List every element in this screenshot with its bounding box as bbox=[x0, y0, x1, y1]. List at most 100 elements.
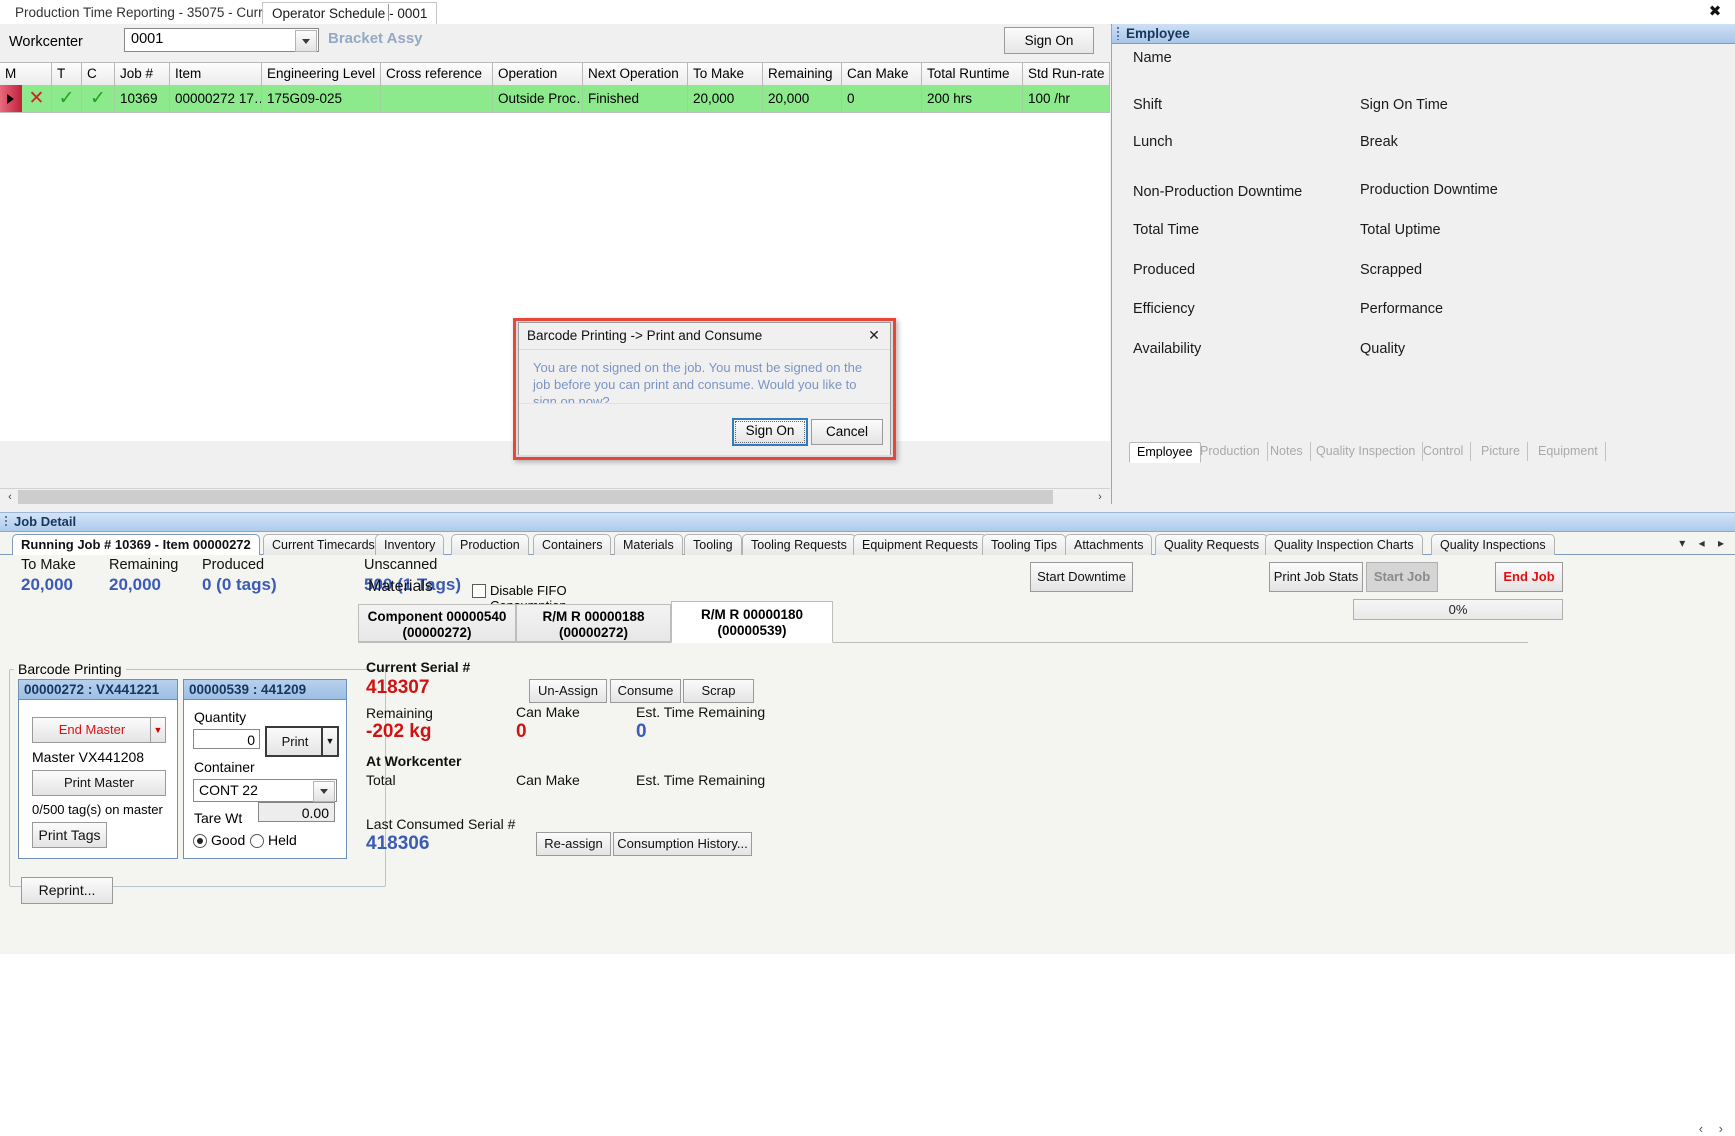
cell-next-operation: Finished bbox=[583, 85, 688, 112]
column-header-job[interactable]: Job # bbox=[115, 63, 170, 85]
tab-production[interactable]: Production bbox=[451, 534, 529, 555]
materials-scroll-icons[interactable]: ‹ › bbox=[1699, 1121, 1729, 1136]
tab-notes[interactable]: Notes bbox=[1263, 442, 1311, 461]
material-tab-rm-00000188[interactable]: R/M R 00000188 (00000272) bbox=[516, 604, 671, 642]
tab-inventory[interactable]: Inventory bbox=[375, 534, 445, 555]
column-header-operation[interactable]: Operation bbox=[493, 63, 583, 85]
tab-nav-icons[interactable]: ▾ ◂ ▸ bbox=[1679, 536, 1729, 550]
employee-field-name: Name bbox=[1133, 50, 1172, 66]
print-master-button[interactable]: Print Master bbox=[32, 770, 166, 796]
column-header-item[interactable]: Item bbox=[170, 63, 262, 85]
workcenter-name: Bracket Assy bbox=[328, 30, 423, 47]
tab-attachments[interactable]: Attachments bbox=[1065, 534, 1153, 555]
tab-tooling[interactable]: Tooling bbox=[684, 534, 742, 555]
end-job-button[interactable]: End Job bbox=[1495, 562, 1563, 592]
cell-can-make: 0 bbox=[842, 85, 922, 112]
grid-horizontal-scrollbar[interactable]: ‹ › bbox=[0, 488, 1110, 505]
tab-equipment[interactable]: Equipment bbox=[1531, 442, 1606, 461]
cell-total-runtime: 200 hrs bbox=[922, 85, 1023, 112]
print-job-stats-button[interactable]: Print Job Stats bbox=[1269, 562, 1363, 592]
un-assign-button[interactable]: Un-Assign bbox=[529, 679, 607, 703]
cell-to-make: 20,000 bbox=[688, 85, 763, 112]
column-header-m[interactable]: M bbox=[0, 63, 52, 85]
current-serial-value: 418307 bbox=[366, 677, 430, 698]
cell-cross-reference bbox=[381, 85, 493, 112]
tab-quality-inspections[interactable]: Quality Inspections bbox=[1431, 534, 1555, 555]
start-job-button[interactable]: Start Job bbox=[1366, 562, 1438, 592]
cell-job: 10369 bbox=[115, 85, 170, 112]
column-header-c[interactable]: C bbox=[82, 63, 115, 85]
drag-handle-icon[interactable] bbox=[5, 516, 7, 528]
employee-field-produced: Produced bbox=[1133, 262, 1196, 278]
workcenter-select[interactable]: 0001 bbox=[124, 28, 319, 52]
column-header-remaining[interactable]: Remaining bbox=[763, 63, 842, 85]
quantity-input[interactable]: 0 bbox=[193, 729, 260, 749]
stat-to-make: To Make 20,000 bbox=[21, 557, 76, 595]
print-tags-button[interactable]: Print Tags bbox=[32, 822, 107, 848]
tab-operator-schedule[interactable]: Operator Schedule - 0001 bbox=[262, 2, 438, 25]
tab-employee[interactable]: Employee bbox=[1129, 442, 1201, 463]
material-tab-component-00000540[interactable]: Component 00000540 (00000272) bbox=[358, 604, 516, 642]
consume-button[interactable]: Consume bbox=[610, 679, 681, 703]
tare-wt-input[interactable]: 0.00 bbox=[258, 802, 335, 822]
chevron-down-icon[interactable] bbox=[295, 30, 317, 52]
master-text: Master VX441208 bbox=[32, 749, 145, 765]
column-header-cross-reference[interactable]: Cross reference bbox=[381, 63, 493, 85]
re-assign-button[interactable]: Re-assign bbox=[536, 832, 611, 856]
est-time-remaining-value: 0 bbox=[636, 721, 647, 742]
chevron-down-icon[interactable] bbox=[313, 781, 335, 802]
employee-panel-header: Employee bbox=[1112, 24, 1735, 44]
tab-tooling-tips[interactable]: Tooling Tips bbox=[982, 534, 1067, 555]
end-master-button[interactable]: End Master bbox=[32, 717, 152, 743]
column-header-can-make[interactable]: Can Make bbox=[842, 63, 922, 85]
material-tab-rm-00000180[interactable]: R/M R 00000180 (00000539) bbox=[671, 601, 833, 643]
cell-operation: Outside Proc… bbox=[493, 85, 583, 112]
column-header-t[interactable]: T bbox=[52, 63, 82, 85]
materials-title: Materials bbox=[368, 578, 433, 595]
reprint-button[interactable]: Reprint... bbox=[21, 877, 113, 904]
employee-field-total-uptime: Total Uptime bbox=[1360, 222, 1441, 238]
table-row[interactable]: ✕ ✓ ✓ 10369 00000272 17… 175G09-025 Outs… bbox=[0, 85, 1110, 113]
scrap-button[interactable]: Scrap bbox=[683, 679, 754, 703]
close-icon[interactable]: ✖ bbox=[1703, 2, 1727, 22]
row-c-icon: ✓ bbox=[90, 88, 106, 109]
print-button[interactable]: Print bbox=[265, 726, 325, 757]
tab-equipment-requests[interactable]: Equipment Requests bbox=[853, 534, 988, 555]
wc-total-label: Total bbox=[366, 772, 396, 788]
remaining-value: -202 kg bbox=[366, 721, 432, 742]
column-header-std-run-rate[interactable]: Std Run-rate bbox=[1023, 63, 1110, 85]
stat-remaining: Remaining 20,000 bbox=[109, 557, 178, 595]
tab-running-job[interactable]: Running Job # 10369 - Item 00000272 bbox=[12, 534, 260, 555]
scroll-thumb[interactable] bbox=[18, 490, 1053, 504]
print-dropdown-icon[interactable]: ▼ bbox=[321, 726, 339, 757]
drag-handle-icon[interactable] bbox=[1117, 27, 1119, 40]
column-header-engineering-level[interactable]: Engineering Level bbox=[262, 63, 381, 85]
stat-to-make-label: To Make bbox=[21, 557, 76, 573]
tab-materials[interactable]: Materials bbox=[614, 534, 683, 555]
window-tab-bar: Production Time Reporting - 35075 - Curr… bbox=[0, 0, 1735, 25]
tab-picture[interactable]: Picture bbox=[1474, 442, 1528, 461]
sign-on-button[interactable]: Sign On bbox=[1004, 27, 1094, 54]
tab-production[interactable]: Production bbox=[1193, 442, 1268, 461]
job-detail-title: Job Detail bbox=[14, 514, 77, 529]
column-header-total-runtime[interactable]: Total Runtime bbox=[922, 63, 1023, 85]
tab-quality-requests[interactable]: Quality Requests bbox=[1155, 534, 1269, 555]
scroll-left-icon[interactable]: ‹ bbox=[2, 490, 18, 504]
tab-control[interactable]: Control bbox=[1416, 442, 1472, 461]
tab-current-timecards[interactable]: Current Timecards bbox=[263, 534, 384, 555]
column-header-next-operation[interactable]: Next Operation bbox=[583, 63, 688, 85]
tab-quality-inspection[interactable]: Quality Inspection bbox=[1309, 442, 1424, 461]
scroll-right-icon[interactable]: › bbox=[1092, 490, 1108, 504]
container-select[interactable]: CONT 22 bbox=[193, 779, 337, 802]
end-master-dropdown-icon[interactable]: ▼ bbox=[150, 717, 166, 743]
column-header-to-make[interactable]: To Make bbox=[688, 63, 763, 85]
tab-tooling-requests[interactable]: Tooling Requests bbox=[742, 534, 856, 555]
tab-quality-inspection-charts[interactable]: Quality Inspection Charts bbox=[1265, 534, 1423, 555]
start-downtime-button[interactable]: Start Downtime bbox=[1030, 562, 1133, 592]
tab-containers[interactable]: Containers bbox=[533, 534, 612, 555]
cell-engineering-level: 175G09-025 bbox=[262, 85, 381, 112]
tab-production-time-reporting[interactable]: Production Time Reporting - 35075 - Curr… bbox=[6, 2, 290, 23]
consumption-history-button[interactable]: Consumption History... bbox=[613, 832, 752, 856]
barcode-card-left: 00000272 : VX441221 End Master ▼ Master … bbox=[18, 679, 178, 859]
employee-field-sign-on-time: Sign On Time bbox=[1360, 97, 1448, 113]
